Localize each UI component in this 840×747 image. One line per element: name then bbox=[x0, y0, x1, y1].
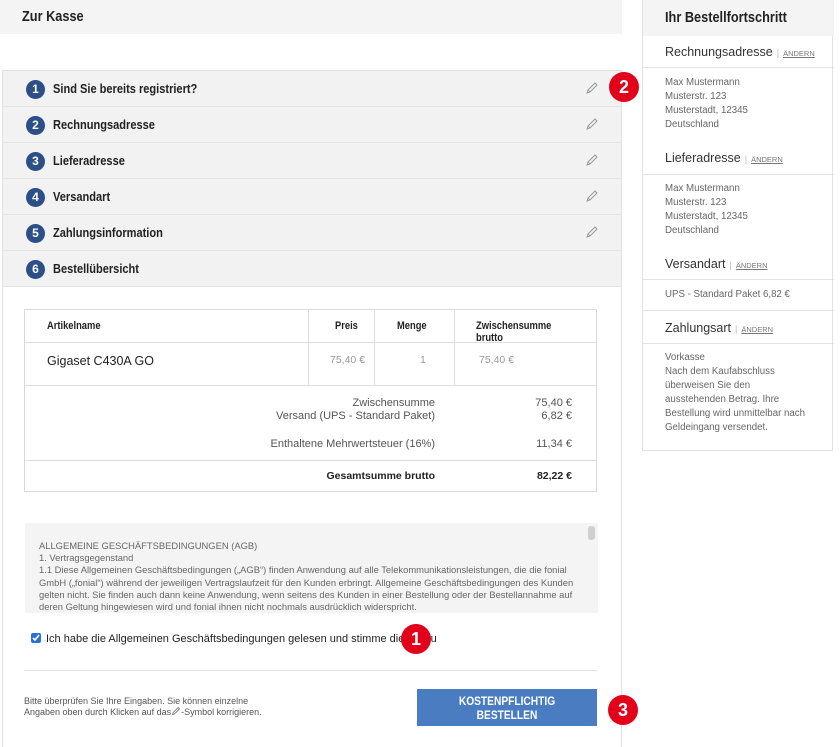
subtotal-value: 75,40 € bbox=[535, 397, 572, 409]
page-title: Zur Kasse bbox=[22, 8, 84, 25]
step-label: Bestellübersicht bbox=[53, 261, 139, 276]
edit-payment-link[interactable]: ÄNDERN bbox=[741, 325, 773, 334]
step-label: Lieferadresse bbox=[53, 153, 125, 168]
sidebar-method-text: UPS - Standard Paket 6,82 € bbox=[665, 289, 790, 300]
step-shipping-method[interactable]: 4 Versandart bbox=[3, 179, 621, 215]
shipping-label: Versand (UPS - Standard Paket) bbox=[276, 410, 435, 422]
vat-label: Enthaltene Mehrwertsteuer (16%) bbox=[270, 438, 435, 450]
sidebar-billing-title: Rechnungsadresse | ÄNDERN bbox=[665, 45, 815, 59]
hint-text-a: Angaben oben durch Klicken auf das bbox=[24, 707, 172, 717]
terms-scrollbar[interactable] bbox=[588, 526, 595, 540]
step-number: 5 bbox=[26, 224, 45, 243]
terms-heading: ALLGEMEINE GESCHÄFTSBEDINGUNGEN (AGB) bbox=[39, 540, 258, 551]
step-number: 1 bbox=[26, 80, 45, 99]
step-registered[interactable]: 1 Sind Sie bereits registriert? bbox=[3, 71, 621, 107]
sidebar-header: Ihr Bestellfortschritt bbox=[643, 0, 834, 36]
terms-checkbox[interactable] bbox=[31, 633, 41, 643]
hint-text-b: -Symbol korrigieren. bbox=[181, 707, 262, 717]
pencil-icon[interactable] bbox=[585, 153, 599, 167]
step-label: Zahlungsinformation bbox=[53, 225, 163, 240]
step-order-review: 6 Bestellübersicht bbox=[3, 251, 621, 287]
order-progress-sidebar: Ihr Bestellfortschritt Rechnungsadresse |… bbox=[642, 0, 834, 451]
divider bbox=[24, 670, 597, 671]
step-billing[interactable]: 2 Rechnungsadresse bbox=[3, 107, 621, 143]
terms-section: 1. Vertragsgegenstand bbox=[39, 552, 134, 564]
terms-agree-label: Ich habe die Allgemeinen Geschäftsbeding… bbox=[46, 633, 437, 645]
checkout-header: Zur Kasse bbox=[0, 0, 622, 34]
sidebar-method-title: Versandart | ÄNDERN bbox=[665, 257, 768, 271]
pencil-icon bbox=[171, 706, 181, 716]
total-value: 82,22 € bbox=[536, 470, 572, 482]
edit-method-link[interactable]: ÄNDERN bbox=[736, 261, 768, 270]
sidebar-shipping-address: Max Mustermann Musterstr. 123 Musterstad… bbox=[665, 183, 748, 236]
step-label: Rechnungsadresse bbox=[53, 117, 155, 132]
place-order-button[interactable]: KOSTENPFLICHTIG BESTELLEN bbox=[417, 689, 597, 726]
edit-shipping-link[interactable]: ÄNDERN bbox=[751, 155, 783, 164]
pencil-icon[interactable] bbox=[585, 81, 599, 95]
edit-billing-link[interactable]: ÄNDERN bbox=[783, 49, 815, 58]
step-number: 6 bbox=[26, 260, 45, 279]
column-header-subtotal: Zwischensumme brutto bbox=[476, 320, 552, 344]
column-header-article: Artikelname bbox=[47, 320, 101, 332]
table-cell-subtotal: 75,40 € bbox=[479, 354, 515, 366]
annotation-badge-2: 2 bbox=[609, 72, 639, 102]
step-shipping-address[interactable]: 3 Lieferadresse bbox=[3, 143, 621, 179]
table-cell-price: 75,40 € bbox=[330, 354, 366, 366]
pencil-icon[interactable] bbox=[585, 189, 599, 203]
table-cell-article: Gigaset C430A GO bbox=[47, 354, 155, 368]
sidebar-payment-text: Vorkasse Nach dem Kaufabschluss überweis… bbox=[665, 352, 806, 433]
review-hint: Bitte überprüfen Sie Ihre Eingaben. Sie … bbox=[24, 696, 304, 717]
sidebar-billing-address: Max Mustermann Musterstr. 123 Musterstad… bbox=[665, 77, 748, 130]
step-label: Versandart bbox=[53, 189, 111, 204]
table-cell-qty: 1 bbox=[420, 354, 426, 366]
sidebar-payment-title: Zahlungsart | ÄNDERN bbox=[665, 321, 774, 335]
column-header-price: Preis bbox=[335, 320, 358, 332]
annotation-badge-1: 1 bbox=[401, 624, 431, 654]
step-payment[interactable]: 5 Zahlungsinformation bbox=[3, 215, 621, 251]
hint-line-2: Angaben oben durch Klicken auf das -Symbo… bbox=[24, 706, 304, 717]
step-number: 3 bbox=[26, 152, 45, 171]
total-label: Gesamtsumme brutto bbox=[326, 470, 435, 482]
sidebar-shipping-title: Lieferadresse | ÄNDERN bbox=[665, 151, 783, 165]
step-label: Sind Sie bereits registriert? bbox=[53, 81, 198, 96]
pencil-icon[interactable] bbox=[585, 225, 599, 239]
terms-agree[interactable]: Ich habe die Allgemeinen Geschäftsbeding… bbox=[31, 633, 437, 645]
vat-value: 11,34 € bbox=[536, 438, 572, 450]
step-number: 2 bbox=[26, 116, 45, 135]
step-number: 4 bbox=[26, 188, 45, 207]
hint-line-1: Bitte überprüfen Sie Ihre Eingaben. Sie … bbox=[24, 696, 249, 706]
sidebar-title: Ihr Bestellfortschritt bbox=[665, 9, 787, 26]
shipping-value: 6,82 € bbox=[541, 410, 572, 422]
annotation-badge-3: 3 bbox=[608, 695, 638, 725]
terms-textarea[interactable]: ALLGEMEINE GESCHÄFTSBEDINGUNGEN (AGB) 1.… bbox=[25, 523, 598, 613]
subtotal-label: Zwischensumme bbox=[352, 397, 435, 409]
column-header-qty: Menge bbox=[397, 320, 427, 332]
pencil-icon[interactable] bbox=[585, 117, 599, 131]
order-table: Artikelname Preis Menge Zwischensumme br… bbox=[24, 309, 597, 492]
terms-text: 1.1 Diese Allgemeinen Geschäftsbedingung… bbox=[39, 564, 574, 613]
